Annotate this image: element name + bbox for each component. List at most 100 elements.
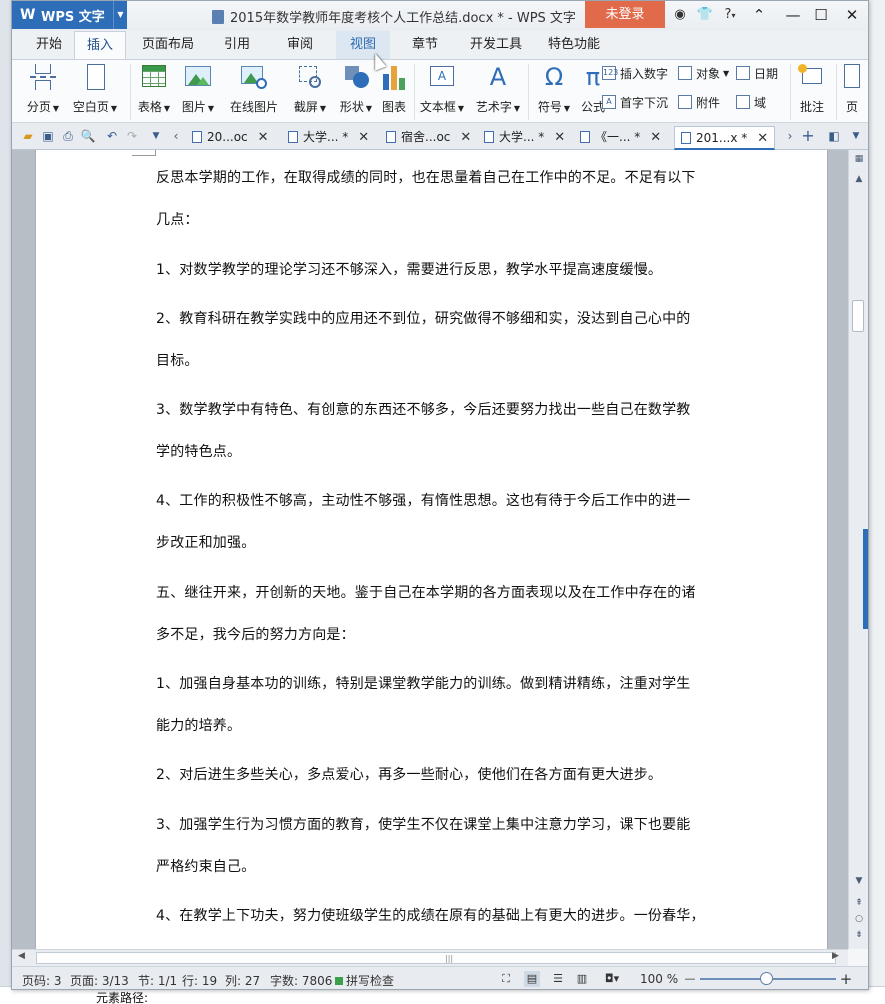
status-row: 行: 19: [182, 974, 218, 988]
customize-dropdown-icon[interactable]: ▼: [148, 128, 164, 144]
status-page[interactable]: 页面: 3/13: [70, 972, 129, 989]
outline-view-icon[interactable]: ☰: [550, 971, 566, 987]
scroll-down-icon[interactable]: ▼: [852, 874, 866, 888]
split-view-icon[interactable]: ▦: [852, 152, 866, 166]
document-tab-label: 20...oc: [207, 130, 248, 144]
tab-page-layout[interactable]: 页面布局: [126, 31, 210, 59]
reading-mode-icon[interactable]: ◘▾: [600, 971, 624, 987]
tab-menu-icon[interactable]: ▼: [848, 128, 864, 144]
page-view-icon[interactable]: ▤: [524, 971, 540, 987]
insert-number-button[interactable]: 123 插入数字: [602, 63, 668, 83]
spell-check-toggle[interactable]: 拼写检查: [335, 972, 394, 989]
status-word-count[interactable]: 字数: 7806: [270, 972, 332, 989]
document-tab[interactable]: 《一... * ✕: [580, 126, 661, 150]
full-screen-view-icon[interactable]: ⛶: [498, 971, 514, 987]
vertical-scroll-thumb[interactable]: [852, 300, 864, 332]
document-tab-label: 大学... *: [303, 130, 349, 144]
close-tab-icon[interactable]: ✕: [460, 130, 471, 145]
object-button[interactable]: 对象 ▼: [678, 63, 729, 83]
horizontal-scroll-thumb[interactable]: |||: [36, 952, 836, 964]
comment-button[interactable]: 批注: [794, 62, 830, 115]
document-title: 2015年数学教师年度考核个人工作总结.docx * - WPS 文字: [212, 7, 576, 26]
page-button[interactable]: 页: [840, 62, 864, 115]
field-button[interactable]: 域: [736, 92, 766, 112]
page-break-button[interactable]: 分页 ▼: [22, 62, 64, 115]
attachment-label: 附件: [696, 95, 721, 110]
previous-page-icon[interactable]: ⇞: [852, 896, 866, 910]
new-tab-icon[interactable]: +: [800, 128, 816, 144]
side-panel-toggle[interactable]: [863, 529, 868, 629]
close-button[interactable]: ✕: [838, 3, 866, 27]
horizontal-scrollbar[interactable]: ◀ ||| ▶: [12, 949, 848, 966]
tabs-scroll-left-icon[interactable]: ‹: [168, 128, 184, 144]
zoom-in-icon[interactable]: +: [838, 971, 854, 987]
next-page-icon[interactable]: ⇟: [852, 928, 866, 942]
zoom-slider-knob[interactable]: [760, 972, 773, 985]
document-tab[interactable]: 大学... * ✕: [288, 126, 369, 150]
wordart-button[interactable]: A 艺术字 ▼: [472, 62, 524, 115]
paragraph-line: 3、数学教学中有特色、有创意的东西还不够多，今后还要努力找出一些自己在数学教: [156, 402, 691, 418]
login-button[interactable]: 未登录: [585, 1, 665, 28]
paragraph-line: 目标。: [156, 353, 199, 369]
document-tab[interactable]: 20...oc ✕: [192, 126, 269, 150]
scroll-right-icon[interactable]: ▶: [832, 951, 839, 961]
tab-references[interactable]: 引用: [210, 31, 264, 59]
redo-icon[interactable]: ↷: [124, 128, 140, 144]
web-view-icon[interactable]: ▥: [574, 971, 590, 987]
save-icon[interactable]: ▣: [40, 128, 56, 144]
skin-icon[interactable]: ◉: [671, 6, 689, 24]
object-icon: [678, 66, 692, 80]
scroll-up-icon[interactable]: ▲: [852, 172, 866, 186]
help-button[interactable]: ?▾: [719, 6, 741, 24]
table-button[interactable]: 表格 ▼: [134, 62, 174, 115]
document-page[interactable]: 反思本学期的工作，在取得成绩的同时，也在思量着自己在工作中的不足。不足有以下 几…: [35, 150, 828, 949]
picture-icon: [185, 64, 211, 90]
close-tab-icon[interactable]: ✕: [258, 130, 269, 145]
screenshot-button[interactable]: 截屏 ▼: [290, 62, 330, 115]
comment-label: 批注: [799, 100, 824, 114]
tab-developer-tools[interactable]: 开发工具: [460, 31, 532, 59]
app-menu-button[interactable]: W WPS 文字 ▼: [12, 1, 127, 29]
symbol-button[interactable]: Ω 符号 ▼: [532, 62, 576, 115]
restore-tab-icon[interactable]: ◧: [826, 128, 842, 144]
document-tab[interactable]: 宿舍...oc ✕: [386, 126, 471, 150]
browse-object-icon[interactable]: ○: [852, 912, 866, 926]
zoom-out-icon[interactable]: —: [682, 971, 698, 987]
document-tab-active[interactable]: 201...x * ✕: [674, 126, 776, 150]
chevron-down-icon[interactable]: ▼: [113, 1, 127, 29]
drop-cap-button[interactable]: A 首字下沉: [602, 92, 668, 112]
maximize-button[interactable]: ☐: [807, 3, 835, 27]
collapse-ribbon-icon[interactable]: ⌃: [745, 3, 773, 27]
tab-chapter[interactable]: 章节: [390, 31, 460, 59]
undo-icon[interactable]: ↶: [104, 128, 120, 144]
table-icon: [141, 64, 167, 90]
document-tab[interactable]: 大学... * ✕: [484, 126, 565, 150]
scroll-left-icon[interactable]: ◀: [18, 951, 25, 961]
paragraph-line: 4、工作的积极性不够高，主动性不够强，有惰性思想。这也有待于今后工作中的进一: [156, 493, 691, 509]
zoom-level[interactable]: 100 %: [640, 972, 678, 986]
print-icon[interactable]: ⎙: [60, 128, 76, 144]
close-tab-icon[interactable]: ✕: [358, 130, 369, 145]
online-picture-button[interactable]: 在线图片: [222, 62, 286, 115]
minimize-button[interactable]: —: [779, 3, 807, 27]
tab-special-features[interactable]: 特色功能: [532, 31, 616, 59]
page-break-label: 分页: [26, 100, 51, 114]
shirt-icon[interactable]: 👕: [696, 6, 714, 24]
print-preview-icon[interactable]: 🔍: [80, 128, 96, 144]
textbox-button[interactable]: A 文本框 ▼: [418, 62, 466, 115]
shape-button[interactable]: 形状 ▼: [334, 62, 378, 115]
open-folder-icon[interactable]: ▰: [20, 128, 36, 144]
close-tab-icon[interactable]: ✕: [554, 130, 565, 145]
blank-page-button[interactable]: 空白页 ▼: [68, 62, 122, 115]
attachment-button[interactable]: 附件: [678, 92, 720, 112]
picture-button[interactable]: 图片 ▼: [178, 62, 218, 115]
date-button[interactable]: 日期: [736, 63, 778, 83]
close-tab-icon[interactable]: ✕: [650, 130, 661, 145]
close-tab-icon[interactable]: ✕: [757, 131, 768, 146]
margin-marker-left: [132, 150, 156, 156]
chart-button[interactable]: 图表: [378, 62, 410, 115]
tab-insert[interactable]: 插入: [74, 31, 126, 59]
tab-review[interactable]: 审阅: [264, 31, 336, 59]
tabs-scroll-right-icon[interactable]: ›: [782, 128, 798, 144]
tab-home[interactable]: 开始: [24, 31, 74, 59]
